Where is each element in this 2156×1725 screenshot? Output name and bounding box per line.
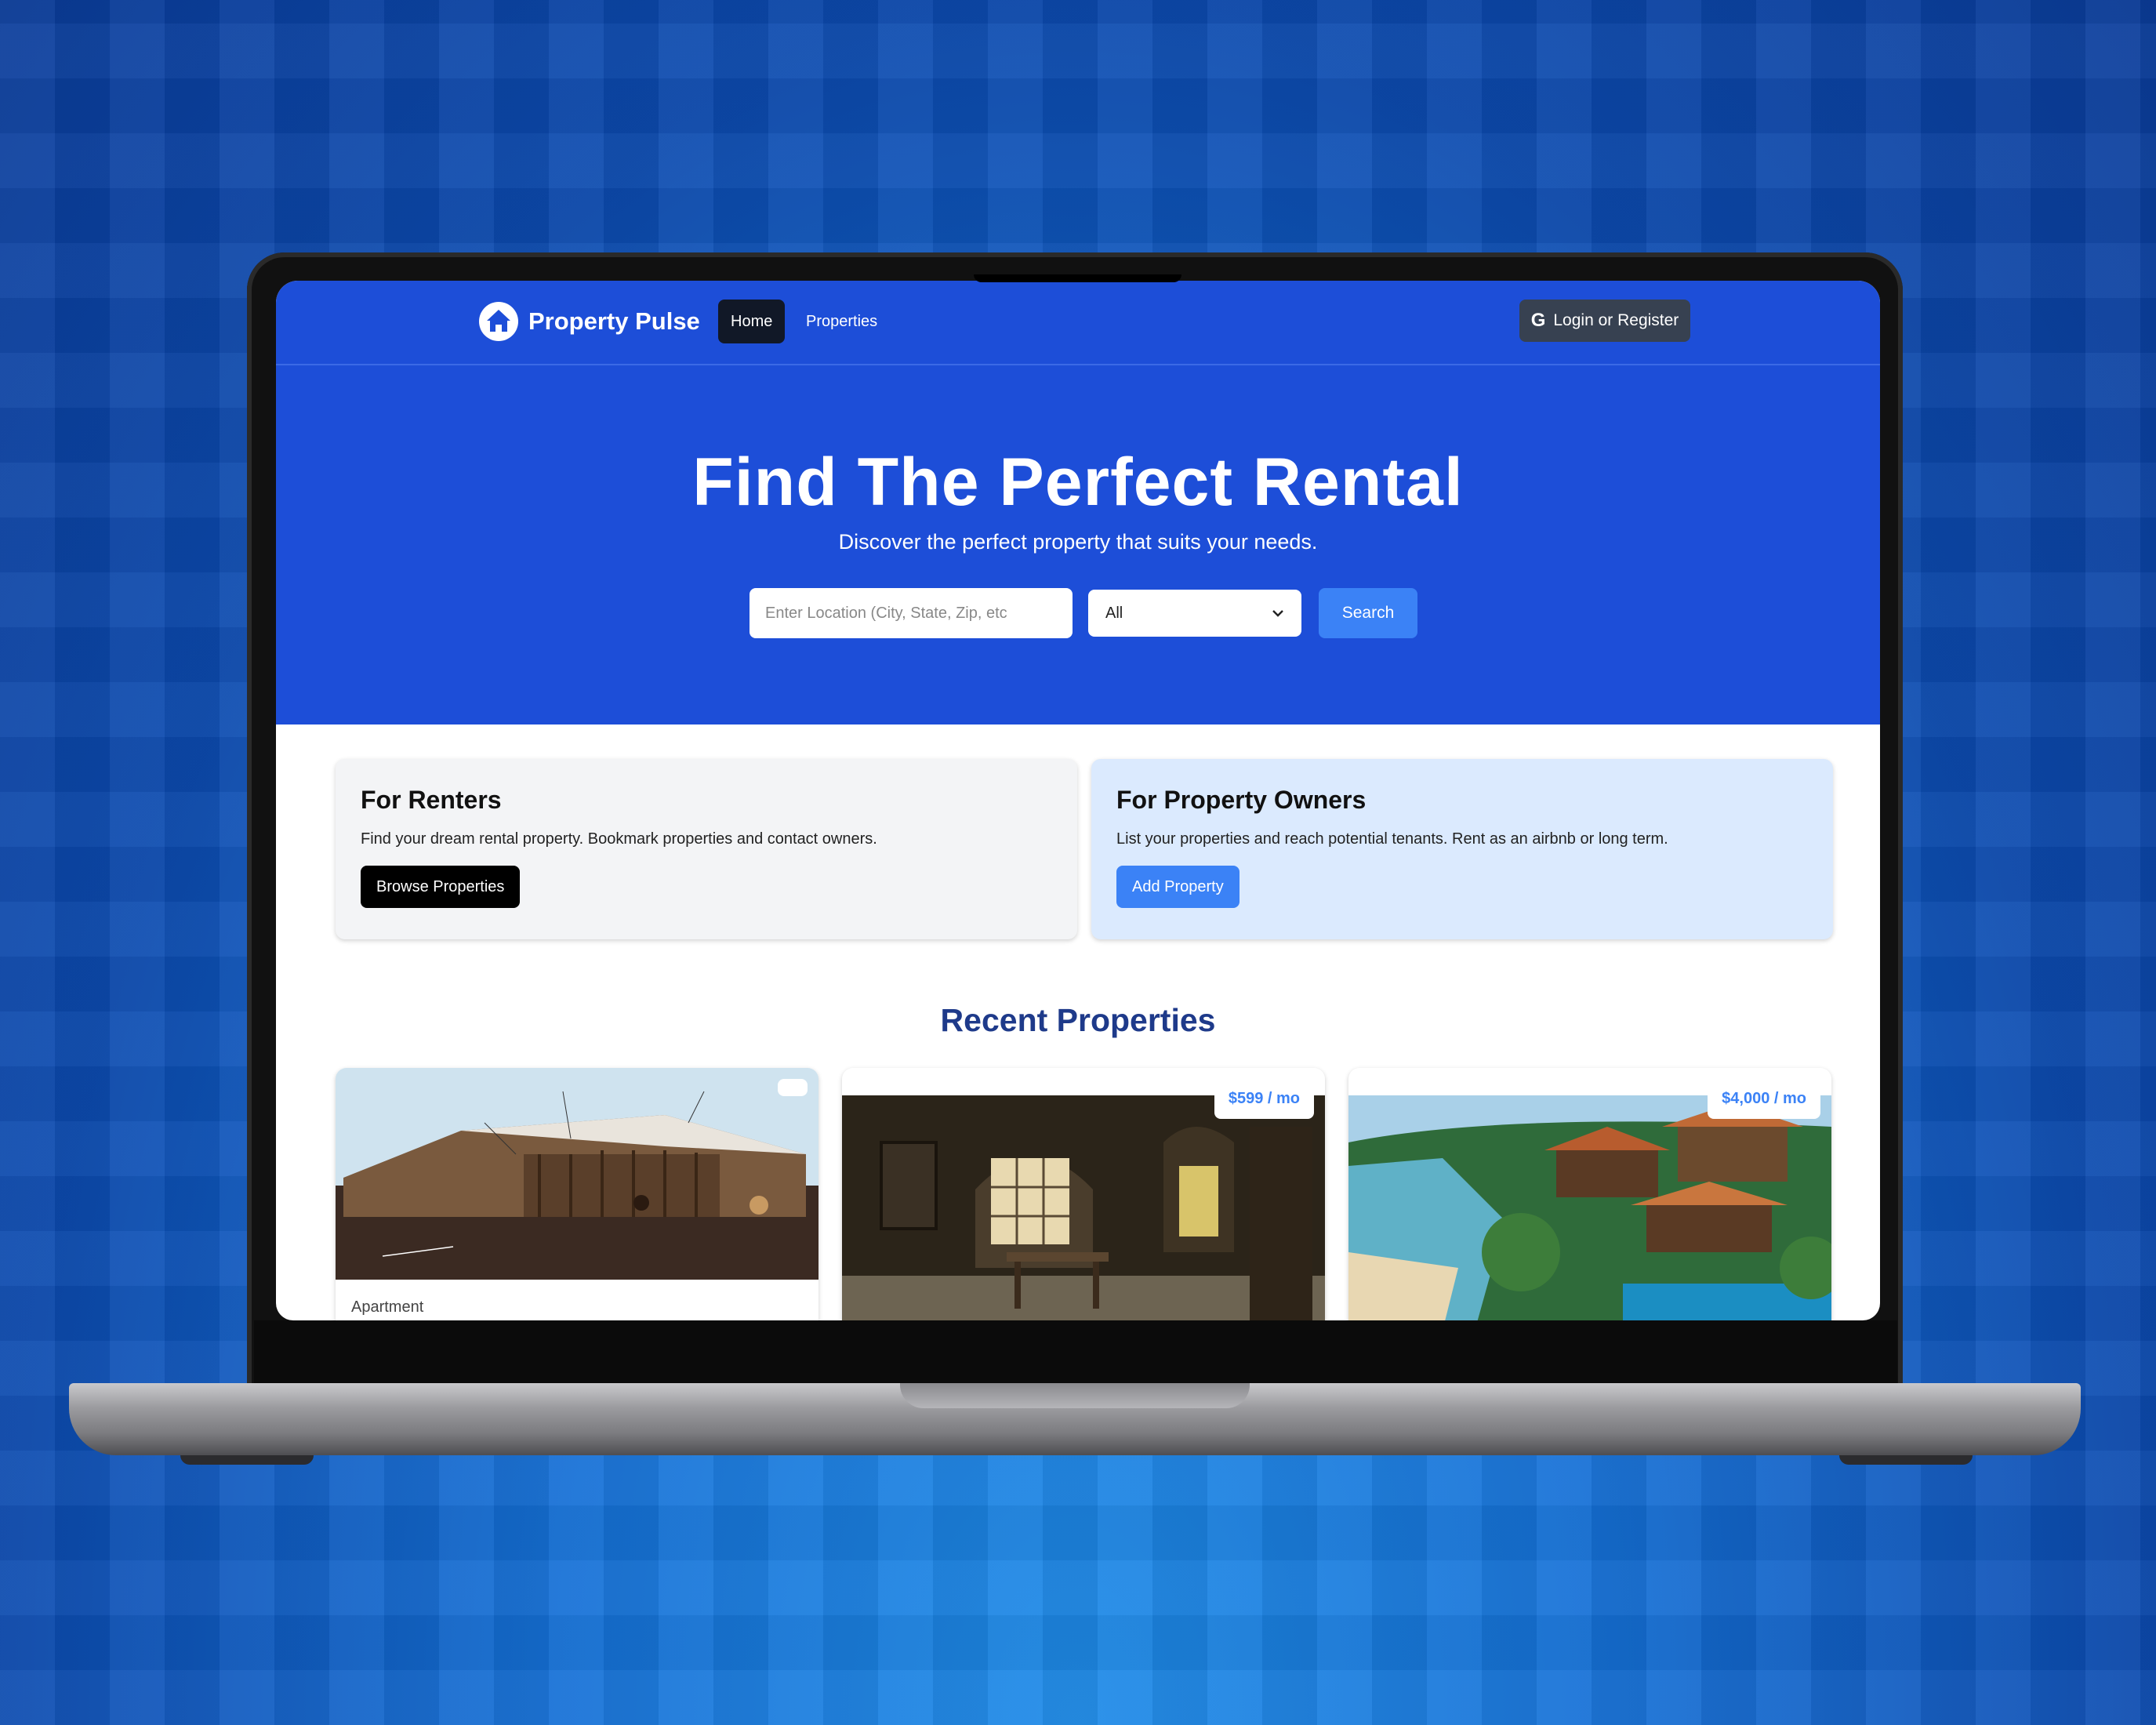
- price-badge: $4,000 / mo: [1708, 1079, 1820, 1119]
- renters-card: For Renters Find your dream rental prope…: [336, 759, 1077, 939]
- property-type-value: All: [1105, 604, 1123, 622]
- renters-card-title: For Renters: [361, 786, 502, 814]
- brand-logo[interactable]: Property Pulse: [478, 300, 700, 343]
- laptop-bezel: [254, 1320, 1897, 1383]
- add-property-button[interactable]: Add Property: [1116, 866, 1240, 908]
- browse-properties-button[interactable]: Browse Properties: [361, 866, 521, 908]
- nav-home-link[interactable]: Home: [718, 300, 786, 343]
- price-badge: $599 / mo: [1214, 1079, 1314, 1119]
- property-type-label: Apartment: [351, 1298, 424, 1316]
- laptop-base-lip: [900, 1383, 1250, 1408]
- login-register-label: Login or Register: [1553, 311, 1679, 329]
- owners-card-title: For Property Owners: [1116, 786, 1367, 814]
- hero-section: Find The Perfect Rental Discover the per…: [276, 365, 1880, 724]
- location-search-input[interactable]: [750, 588, 1073, 638]
- brand-name: Property Pulse: [528, 307, 700, 335]
- nav-properties-link[interactable]: Properties: [793, 300, 890, 343]
- search-button[interactable]: Search: [1319, 588, 1417, 638]
- camera-notch: [974, 274, 1181, 282]
- recent-properties-title: Recent Properties: [940, 1002, 1216, 1038]
- property-type-select[interactable]: All: [1088, 590, 1301, 637]
- chevron-down-icon: [1272, 610, 1283, 617]
- property-image-longhouse: [336, 1068, 818, 1280]
- price-badge: [778, 1079, 808, 1096]
- hero-title: Find The Perfect Rental: [692, 445, 1464, 520]
- owners-card: For Property Owners List your properties…: [1091, 759, 1833, 939]
- navbar: Property Pulse Home Properties G Login o…: [276, 281, 1880, 365]
- login-register-button[interactable]: G Login or Register: [1519, 300, 1690, 342]
- owners-card-text: List your properties and reach potential…: [1116, 830, 1668, 848]
- laptop-foot-left: [180, 1455, 314, 1465]
- google-icon: G: [1530, 310, 1546, 331]
- property-card[interactable]: $4,000 / mo: [1348, 1068, 1831, 1320]
- laptop-foot-right: [1839, 1455, 1973, 1465]
- laptop-screen: Property Pulse Home Properties G Login o…: [276, 281, 1880, 1320]
- hero-subtitle: Discover the perfect property that suits…: [838, 530, 1318, 554]
- property-card[interactable]: Apartment: [336, 1068, 818, 1320]
- property-card[interactable]: $599 / mo: [842, 1068, 1325, 1320]
- house-icon: [479, 302, 518, 341]
- renters-card-text: Find your dream rental property. Bookmar…: [361, 830, 877, 848]
